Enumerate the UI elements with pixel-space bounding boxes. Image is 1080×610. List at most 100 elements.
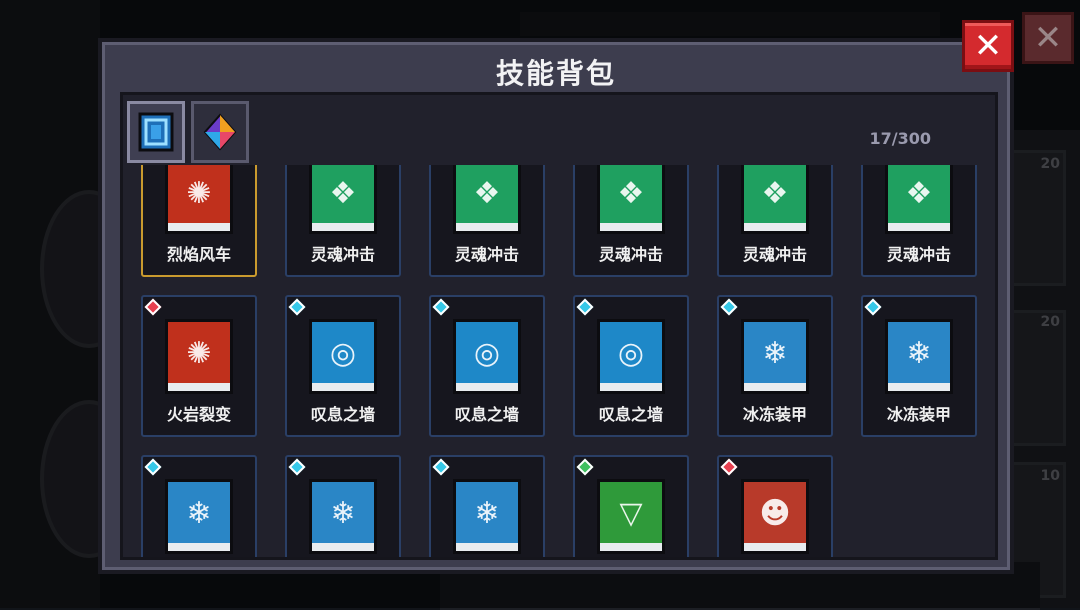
close-button[interactable]: ✕: [962, 20, 1014, 72]
skill-card[interactable]: ❄: [141, 455, 257, 557]
skill-label: 灵魂冲击: [598, 245, 663, 264]
soul-rune-icon: ❖: [329, 175, 357, 211]
book-pages: [741, 223, 809, 234]
gem-badge-icon: [720, 298, 738, 316]
book-pages: [741, 383, 809, 394]
skill-label: 火岩裂变: [166, 405, 231, 424]
gem-badge-icon: [864, 298, 882, 316]
skill-card[interactable]: ❖ 灵魂冲击: [717, 165, 833, 277]
book-pages: [309, 383, 377, 394]
book-pages: [309, 223, 377, 234]
book-pages: [597, 383, 665, 394]
skill-book-icon: ✺: [165, 165, 233, 234]
skill-label: 冰冻装甲: [742, 405, 807, 424]
earth-rune-icon: ▽: [619, 495, 643, 531]
skill-book-icon: ❄: [885, 319, 953, 394]
gem-badge-icon: [432, 298, 450, 316]
fire-rune-icon: ✺: [186, 335, 212, 371]
skill-bag-content: 17/300 ✺ 烈焰风车 ❖ 灵魂冲击 ❖ 灵魂冲击 ❖ 灵魂冲击 ❖ 灵魂冲击 ❖ 灵魂冲击 ✺ 火岩…: [120, 92, 998, 560]
gem-badge-icon: [288, 458, 306, 476]
skill-card[interactable]: ❖ 灵魂冲击: [861, 165, 977, 277]
skill-card[interactable]: ❖ 灵魂冲击: [429, 165, 545, 277]
skill-book-icon: ❖: [741, 165, 809, 234]
skill-book-icon: ❄: [741, 319, 809, 394]
gem-badge-icon: [144, 458, 162, 476]
gem-badge-icon: [288, 298, 306, 316]
soul-rune-icon: ❖: [761, 175, 789, 211]
skill-book-icon: ☻: [741, 479, 809, 554]
book-pages: [165, 223, 233, 234]
skill-grid[interactable]: ✺ 烈焰风车 ❖ 灵魂冲击 ❖ 灵魂冲击 ❖ 灵魂冲击 ❖ 灵魂冲击 ❖ 灵魂冲击 ✺ 火岩裂变 ◎ 叹息之墙…: [123, 165, 995, 557]
book-pages: [741, 543, 809, 554]
filter-all-icon: [138, 112, 174, 152]
book-pages: [165, 383, 233, 394]
sigh-rune-icon: ◎: [473, 335, 501, 371]
skill-book-icon: ❖: [885, 165, 953, 234]
skill-card[interactable]: ❖ 灵魂冲击: [285, 165, 401, 277]
gem-badge-icon: [576, 458, 594, 476]
skill-book-icon: ❖: [309, 165, 377, 234]
book-pages: [453, 543, 521, 554]
skill-book-icon: ❖: [453, 165, 521, 234]
skill-label: 灵魂冲击: [454, 245, 519, 264]
book-pages: [165, 543, 233, 554]
skill-card[interactable]: ❄ 冰冻装甲: [717, 295, 833, 437]
skill-label: 冰冻装甲: [886, 405, 951, 424]
skill-card[interactable]: ❖ 灵魂冲击: [573, 165, 689, 277]
skill-card[interactable]: ❄: [429, 455, 545, 557]
skill-label: 叹息之墙: [598, 405, 663, 424]
skill-label: 灵魂冲击: [742, 245, 807, 264]
skill-card[interactable]: ❄: [285, 455, 401, 557]
background-close-icon: ✕: [1022, 12, 1074, 64]
skill-book-icon: ◎: [597, 319, 665, 394]
book-pages: [885, 383, 953, 394]
gem-badge-icon: [576, 298, 594, 316]
skill-label: 叹息之墙: [310, 405, 375, 424]
sigh-rune-icon: ◎: [617, 335, 645, 371]
book-pages: [309, 543, 377, 554]
soul-rune-icon: ❖: [617, 175, 645, 211]
skill-card[interactable]: ◎ 叹息之墙: [429, 295, 545, 437]
ice-rune-icon: ❄: [906, 335, 932, 371]
soul-rune-icon: ❖: [905, 175, 933, 211]
book-pages: [597, 543, 665, 554]
ice-rune-icon: ❄: [474, 495, 500, 531]
filter-gem-icon: [203, 113, 237, 151]
skill-label: 叹息之墙: [454, 405, 519, 424]
fire-rune-icon: ✺: [186, 175, 212, 211]
skill-bag-panel: 技能背包 17/300 ✺ 烈焰风车 ❖ 灵魂冲击 ❖ 灵魂冲击 ❖ 灵魂冲击 ❖ 灵魂冲击 ❖ 灵魂…: [98, 38, 1014, 574]
gem-badge-icon: [144, 298, 162, 316]
book-pages: [453, 383, 521, 394]
skill-card[interactable]: ▽: [573, 455, 689, 557]
book-pages: [453, 223, 521, 234]
skill-book-icon: ❄: [165, 479, 233, 554]
skill-label: 灵魂冲击: [310, 245, 375, 264]
skill-book-icon: ❄: [453, 479, 521, 554]
gem-badge-icon: [432, 458, 450, 476]
skill-book-icon: ❖: [597, 165, 665, 234]
ice-rune-icon: ❄: [330, 495, 356, 531]
skill-card[interactable]: ✺ 火岩裂变: [141, 295, 257, 437]
skill-book-icon: ◎: [309, 319, 377, 394]
panel-title: 技能背包: [495, 57, 616, 90]
skill-label: 烈焰风车: [166, 245, 231, 264]
skill-count: 17/300: [869, 129, 931, 148]
sigh-rune-icon: ◎: [329, 335, 357, 371]
gem-badge-icon: [720, 458, 738, 476]
skill-card[interactable]: ◎ 叹息之墙: [573, 295, 689, 437]
skill-book-icon: ✺: [165, 319, 233, 394]
skill-card[interactable]: ❄ 冰冻装甲: [861, 295, 977, 437]
filter-all-button[interactable]: [127, 101, 185, 163]
skill-card[interactable]: ☻: [717, 455, 833, 557]
book-pages: [597, 223, 665, 234]
beast-rune-icon: ☻: [759, 495, 791, 531]
skill-card[interactable]: ✺ 烈焰风车: [141, 165, 257, 277]
ice-rune-icon: ❄: [762, 335, 788, 371]
ice-rune-icon: ❄: [186, 495, 212, 531]
skill-book-icon: ◎: [453, 319, 521, 394]
close-icon: ✕: [973, 26, 1003, 66]
filter-gem-button[interactable]: [191, 101, 249, 163]
skill-card[interactable]: ◎ 叹息之墙: [285, 295, 401, 437]
book-pages: [885, 223, 953, 234]
skill-book-icon: ❄: [309, 479, 377, 554]
